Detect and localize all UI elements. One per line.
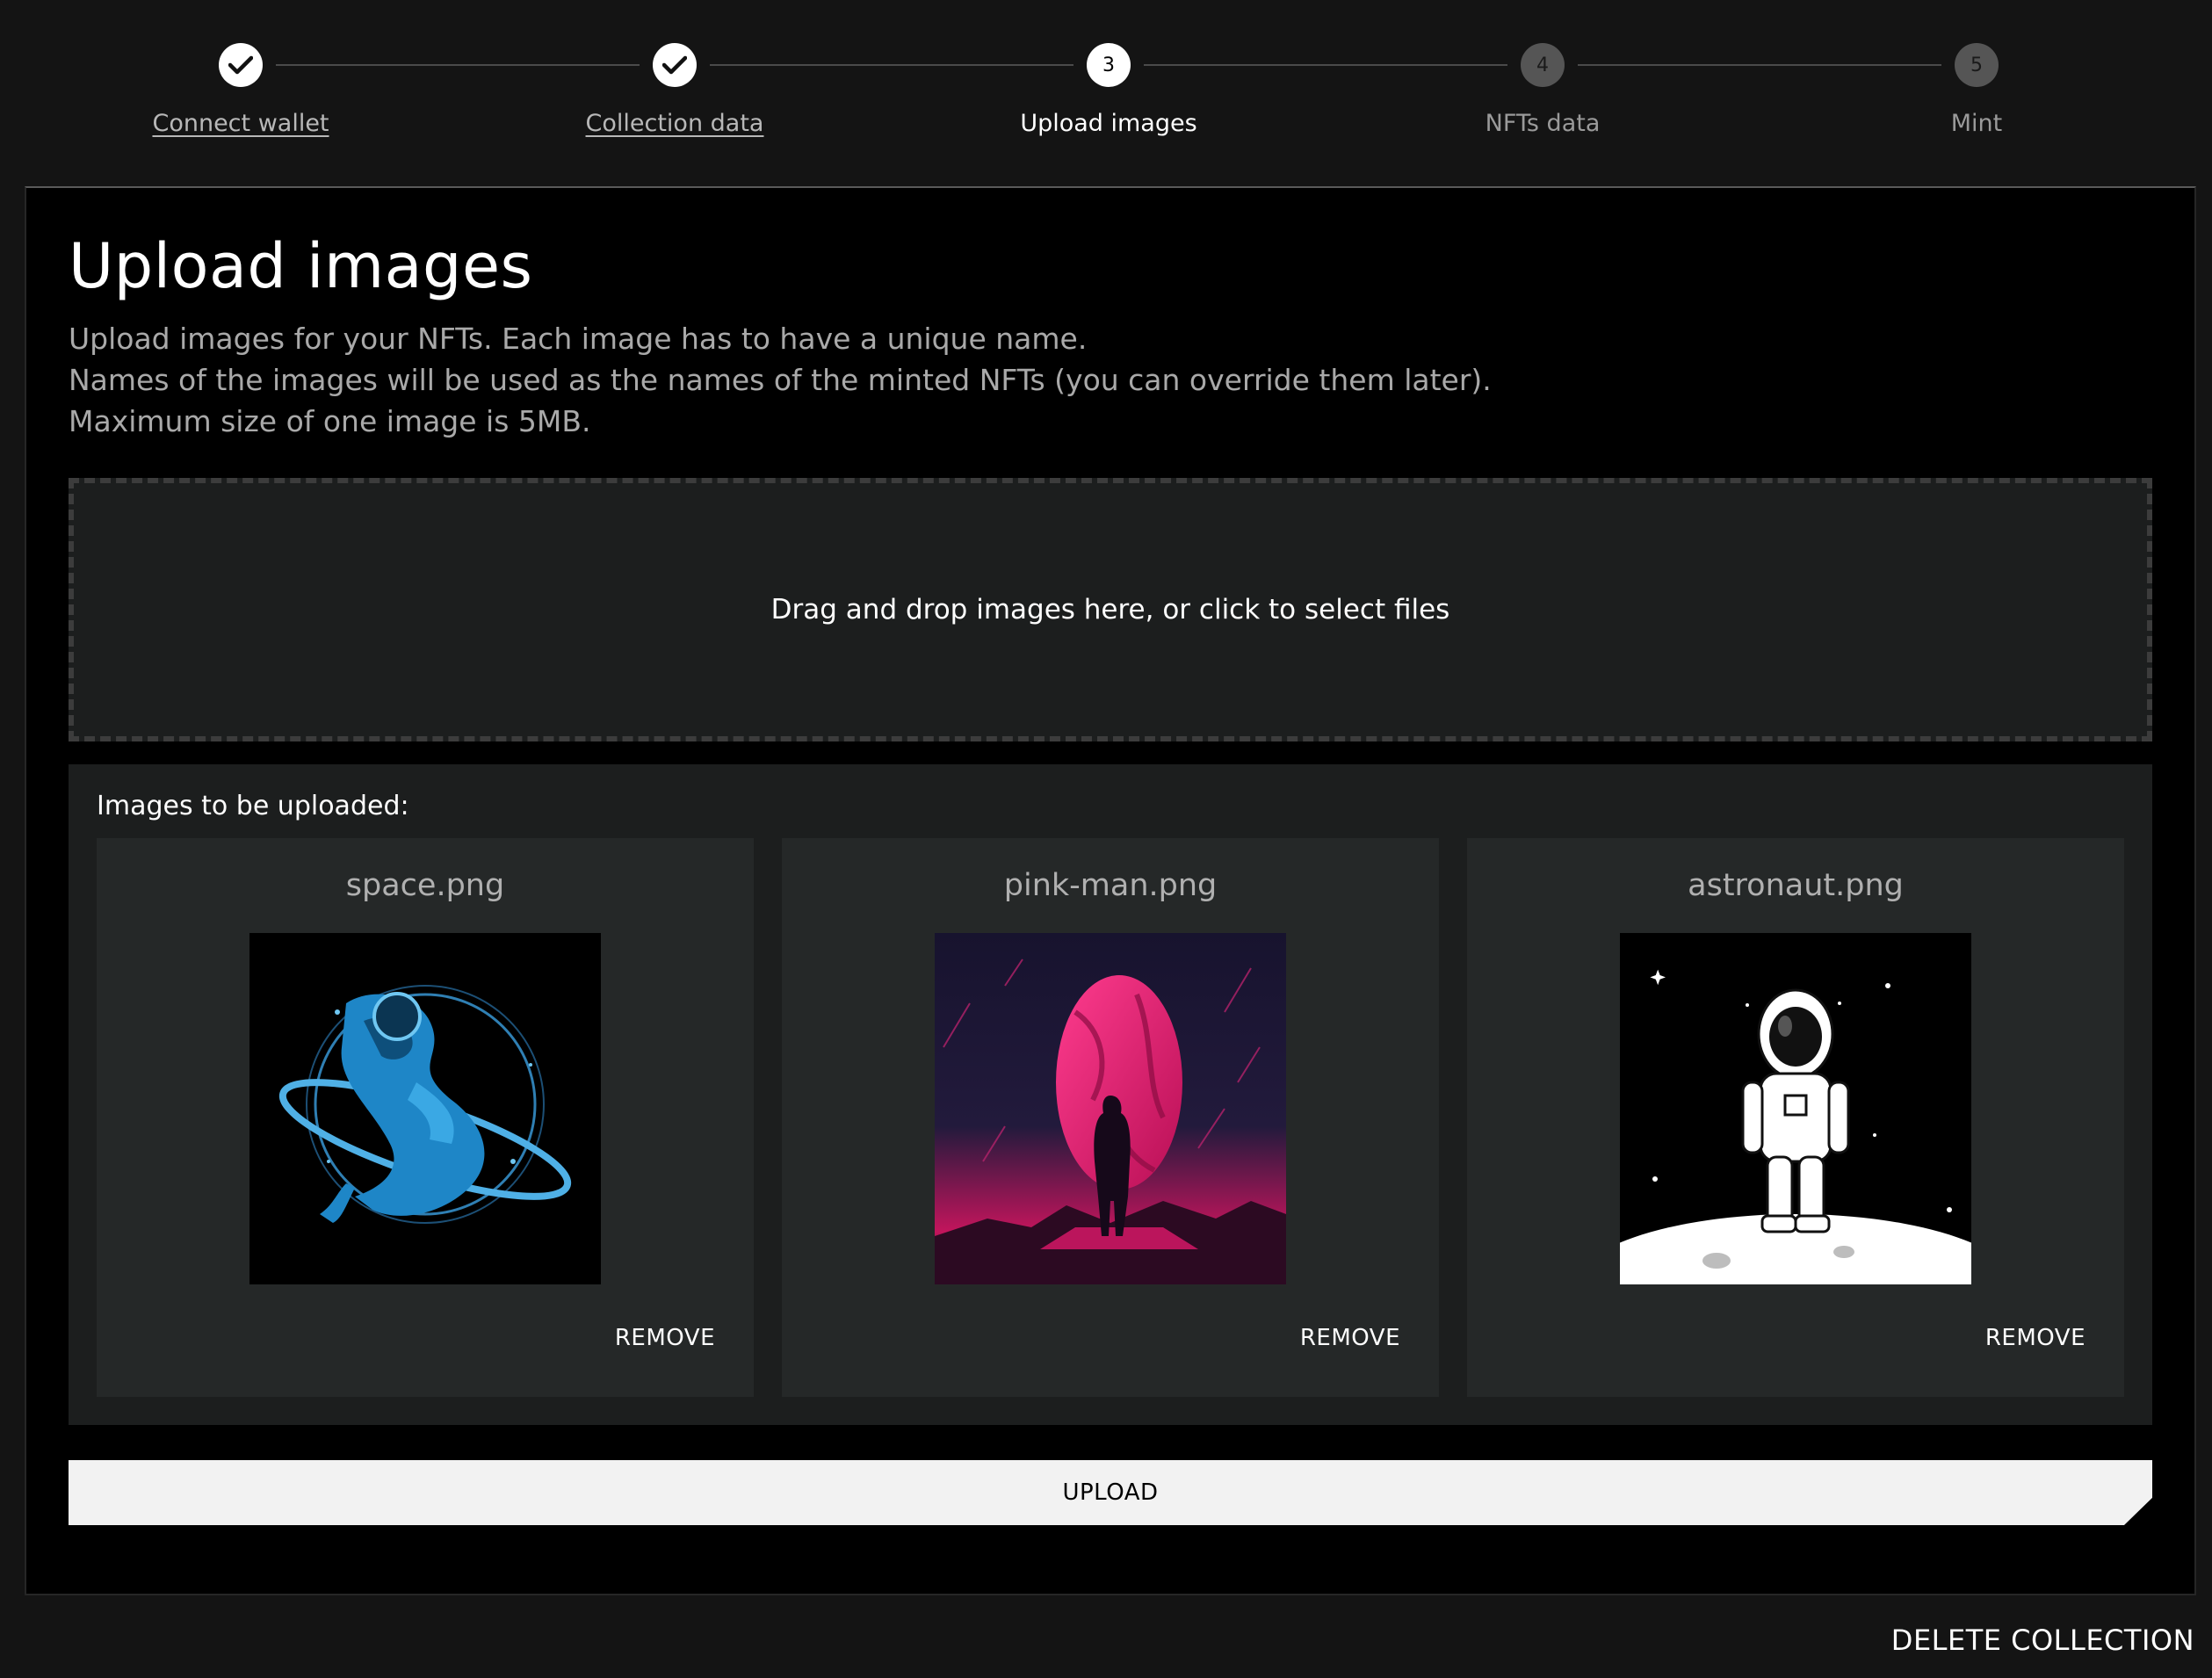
dropzone-text: Drag and drop images here, or click to s… [770,594,1450,626]
step-number: 4 [1521,43,1565,87]
step-label: Mint [1950,110,2003,137]
astronaut-moon-image [1620,933,1971,1284]
remove-image-button[interactable]: REMOVE [615,1325,715,1351]
check-icon [219,43,263,87]
images-to-upload-section: Images to be uploaded: space.png REMOVE … [69,764,2152,1425]
step-nfts-data: 4 NFTs data [1367,43,1718,137]
image-filename: astronaut.png [1688,868,1904,903]
step-collection-data[interactable]: Collection data [499,43,850,137]
pink-planet-image [935,933,1286,1284]
delete-collection-button[interactable]: DELETE COLLECTION [1891,1624,2194,1657]
description-line: Upload images for your NFTs. Each image … [69,322,1088,356]
remove-image-button[interactable]: REMOVE [1300,1325,1400,1351]
image-card: space.png REMOVE [97,838,754,1397]
image-card: pink-man.png REMOVE [782,838,1439,1397]
step-connect-wallet[interactable]: Connect wallet [65,43,416,137]
description-line: Names of the images will be used as the … [69,363,1492,397]
step-mint: 5 Mint [1801,43,2152,137]
check-icon [653,43,697,87]
step-number: 3 [1087,43,1131,87]
page-description: Upload images for your NFTs. Each image … [69,318,1492,442]
astronaut-blue-image [249,933,601,1284]
image-thumbnail [935,933,1286,1284]
image-filename: pink-man.png [1003,868,1218,903]
remove-image-button[interactable]: REMOVE [1985,1325,2085,1351]
step-number: 5 [1955,43,1999,87]
step-label: Upload images [1020,110,1197,137]
progress-stepper: Connect wallet Collection data 3 Upload … [0,0,2212,186]
image-thumbnail [249,933,601,1284]
step-label: NFTs data [1485,110,1601,137]
image-filename: space.png [345,868,505,903]
image-card: astronaut.png REMOVE [1467,838,2124,1397]
page-title: Upload images [69,230,533,302]
step-label[interactable]: Connect wallet [65,110,416,137]
images-heading: Images to be uploaded: [97,791,409,821]
upload-panel: Upload images Upload images for your NFT… [25,186,2196,1595]
step-upload-images: 3 Upload images [933,43,1284,137]
image-dropzone[interactable]: Drag and drop images here, or click to s… [69,478,2152,741]
image-thumbnail [1620,933,1971,1284]
upload-button[interactable]: UPLOAD [69,1460,2152,1525]
description-line: Maximum size of one image is 5MB. [69,404,591,438]
step-label[interactable]: Collection data [499,110,850,137]
